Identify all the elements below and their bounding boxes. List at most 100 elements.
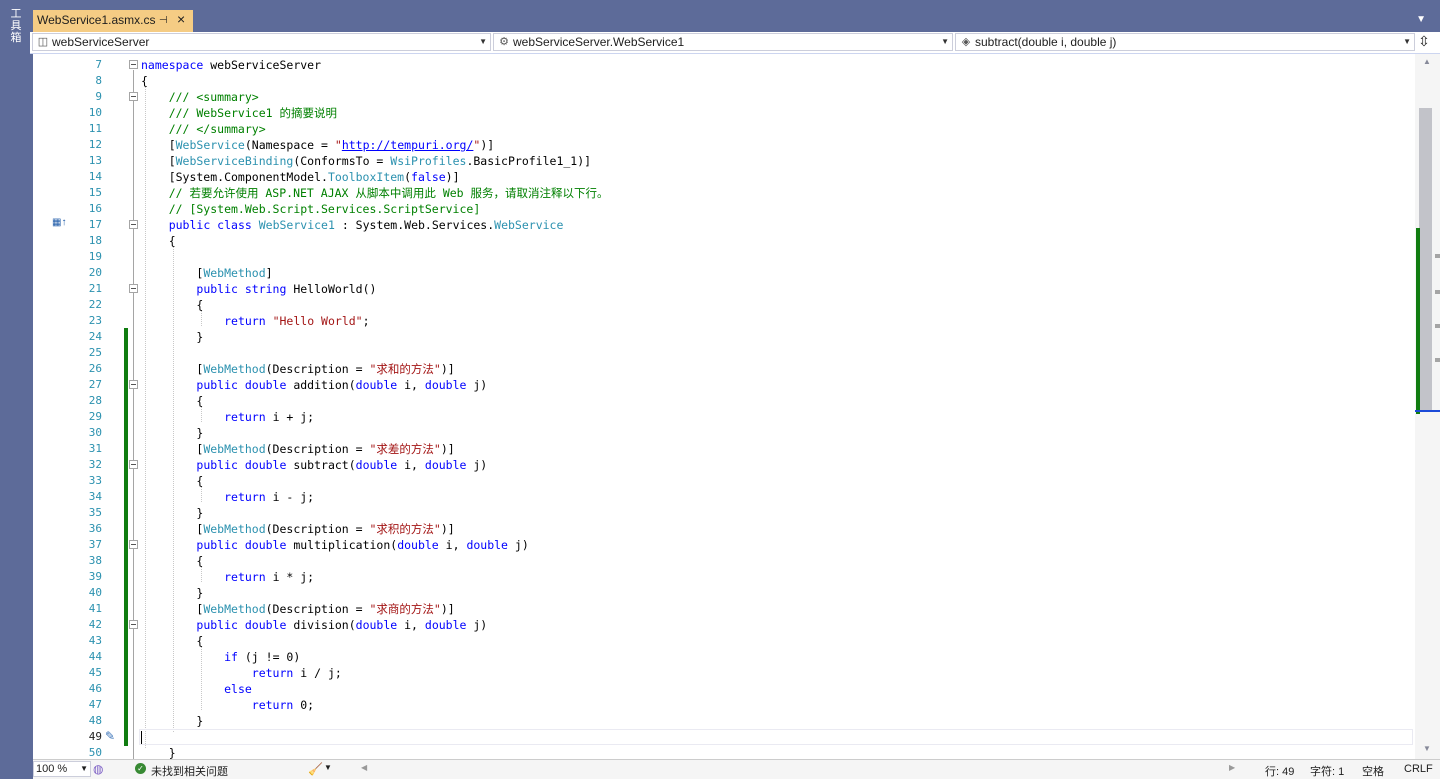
code-token: i + j; <box>265 410 315 424</box>
code-line[interactable]: 38 { <box>33 553 1415 569</box>
code-line[interactable]: 37 public double multiplication(double i… <box>33 537 1415 553</box>
scroll-left-icon[interactable]: ◀ <box>361 763 367 772</box>
tab-webservice1[interactable]: WebService1.asmx.cs ⊣ × <box>33 10 193 32</box>
code-line[interactable]: 20 [WebMethod] <box>33 265 1415 281</box>
collapse-icon[interactable] <box>129 620 138 629</box>
code-line[interactable]: 22 { <box>33 297 1415 313</box>
code-line[interactable]: 25 <box>33 345 1415 361</box>
line-number: 45 <box>88 666 102 679</box>
code-line[interactable]: 35 } <box>33 505 1415 521</box>
code-line[interactable]: 26 [WebMethod(Description = "求和的方法")] <box>33 361 1415 377</box>
collapse-icon[interactable] <box>129 460 138 469</box>
code-line[interactable]: 32 public double subtract(double i, doub… <box>33 457 1415 473</box>
code-line[interactable]: 19 <box>33 249 1415 265</box>
code-token: public class <box>168 218 252 232</box>
chevron-down-icon: ▼ <box>941 37 949 46</box>
code-line[interactable]: 30 } <box>33 425 1415 441</box>
line-number: 31 <box>88 442 102 455</box>
code-text: } <box>141 329 203 345</box>
code-token: )] <box>480 138 495 152</box>
code-line[interactable]: 42 public double division(double i, doub… <box>33 617 1415 633</box>
code-line[interactable]: 14 [System.ComponentModel.ToolboxItem(fa… <box>33 169 1415 185</box>
collapse-icon[interactable] <box>129 92 138 101</box>
code-line[interactable]: 15 // 若要允许使用 ASP.NET AJAX 从脚本中调用此 Web 服务… <box>33 185 1415 201</box>
code-line[interactable]: 27 public double addition(double i, doub… <box>33 377 1415 393</box>
zoom-dropdown[interactable]: 100 % ▼ <box>33 761 91 777</box>
project-dropdown[interactable]: ◫ webServiceServer ▼ <box>32 33 491 51</box>
vertical-scrollbar[interactable]: ▲ ▼ <box>1415 54 1440 759</box>
line-ending-indicator[interactable]: CRLF <box>1404 763 1433 775</box>
code-text: public class WebService1 : System.Web.Se… <box>141 217 564 233</box>
scrollbar-tick <box>1435 358 1440 362</box>
whitespace-indicator[interactable]: 空格 <box>1362 763 1384 779</box>
code-line[interactable]: 11 /// </summary> <box>33 121 1415 137</box>
copilot-icon[interactable]: ◍ <box>93 762 103 776</box>
code-line[interactable]: 34 return i - j; <box>33 489 1415 505</box>
collapse-icon[interactable] <box>129 380 138 389</box>
code-cleanup-icon[interactable]: 🧹 <box>308 762 323 776</box>
chevron-down-icon[interactable]: ▼ <box>1416 14 1426 25</box>
code-line[interactable]: 28 { <box>33 393 1415 409</box>
code-token: } <box>141 746 176 759</box>
code-token: double <box>397 538 439 552</box>
collapse-icon[interactable] <box>129 60 138 69</box>
code-line[interactable]: 50 } <box>33 745 1415 759</box>
code-token: WebService <box>494 218 564 232</box>
close-icon[interactable]: × <box>177 9 185 30</box>
scrollbar-thumb[interactable] <box>1419 108 1432 411</box>
code-line[interactable]: 47 return 0; <box>33 697 1415 713</box>
code-line[interactable]: 36 [WebMethod(Description = "求积的方法")] <box>33 521 1415 537</box>
code-line[interactable]: 17 public class WebService1 : System.Web… <box>33 217 1415 233</box>
code-line[interactable]: 16 // [System.Web.Script.Services.Script… <box>33 201 1415 217</box>
code-line[interactable]: 31 [WebMethod(Description = "求差的方法")] <box>33 441 1415 457</box>
code-line[interactable]: 9 /// <summary> <box>33 89 1415 105</box>
code-line[interactable]: 21 public string HelloWorld() <box>33 281 1415 297</box>
column-indicator[interactable]: 字符: 1 <box>1310 763 1344 779</box>
code-line[interactable]: 48 } <box>33 713 1415 729</box>
issues-status[interactable]: 未找到相关问题 <box>151 763 228 779</box>
code-token: addition( <box>286 378 356 392</box>
collapse-icon[interactable] <box>129 540 138 549</box>
code-editor[interactable]: ▦↑ ✎ 7 namespace webServiceServer 8{9 /// … <box>33 54 1415 759</box>
toolbox-tab[interactable]: 工具箱 <box>9 8 23 44</box>
pin-icon[interactable]: ⊣ <box>159 10 168 31</box>
scroll-down-icon[interactable]: ▼ <box>1423 744 1431 753</box>
code-line[interactable]: 44 if (j != 0) <box>33 649 1415 665</box>
line-indicator[interactable]: 行: 49 <box>1265 763 1294 779</box>
code-token: /// </summary> <box>141 122 266 136</box>
code-line[interactable]: 23 return "Hello World"; <box>33 313 1415 329</box>
code-line[interactable]: 40 } <box>33 585 1415 601</box>
scroll-up-icon[interactable]: ▲ <box>1423 57 1431 66</box>
code-token: (Description = <box>265 602 370 616</box>
code-line[interactable]: 13 [WebServiceBinding(ConformsTo = WsiPr… <box>33 153 1415 169</box>
code-line[interactable]: 18 { <box>33 233 1415 249</box>
code-line[interactable]: 39 return i * j; <box>33 569 1415 585</box>
code-line[interactable]: 7 namespace webServiceServer <box>33 57 1415 73</box>
code-line[interactable]: 24 } <box>33 329 1415 345</box>
code-line[interactable]: 33 { <box>33 473 1415 489</box>
chevron-down-icon[interactable]: ▼ <box>324 763 332 772</box>
code-text: public double division(double i, double … <box>141 617 487 633</box>
code-token: ( <box>404 170 412 184</box>
code-line[interactable]: 12 [WebService(Namespace = "http://tempu… <box>33 137 1415 153</box>
split-window-icon[interactable]: ⇳ <box>1416 33 1432 51</box>
check-icon[interactable]: ✓ <box>135 763 146 774</box>
code-line[interactable]: 43 { <box>33 633 1415 649</box>
collapse-icon[interactable] <box>129 284 138 293</box>
code-line[interactable]: 8{ <box>33 73 1415 89</box>
member-dropdown[interactable]: ◈ subtract(double i, double j) ▼ <box>955 33 1415 51</box>
line-number: 8 <box>95 74 102 87</box>
code-token: )] <box>440 362 455 376</box>
scroll-right-icon[interactable]: ▶ <box>1229 763 1235 772</box>
class-dropdown[interactable]: ⚙ webServiceServer.WebService1 ▼ <box>493 33 953 51</box>
code-line[interactable]: 10 /// WebService1 的摘要说明 <box>33 105 1415 121</box>
code-token: WebMethod <box>203 602 266 616</box>
code-line[interactable]: 41 [WebMethod(Description = "求商的方法")] <box>33 601 1415 617</box>
code-line[interactable]: 49 <box>33 729 1415 745</box>
code-line[interactable]: 45 return i / j; <box>33 665 1415 681</box>
code-line[interactable]: 29 return i + j; <box>33 409 1415 425</box>
code-line[interactable]: 46 else <box>33 681 1415 697</box>
code-token: double <box>355 378 398 392</box>
collapse-icon[interactable] <box>129 220 138 229</box>
